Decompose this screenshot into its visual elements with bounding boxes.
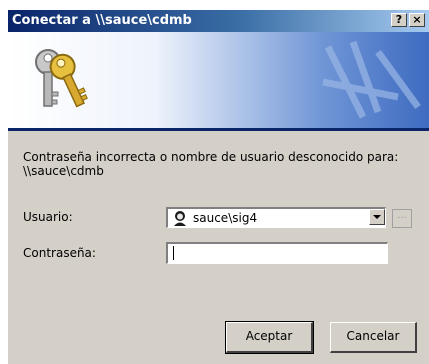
user-combobox[interactable]: sauce\sig4 [166, 207, 386, 228]
browse-button[interactable]: ... [392, 209, 412, 228]
chevron-down-icon [373, 215, 381, 219]
user-label: Usuario: [23, 210, 73, 224]
password-field[interactable] [166, 242, 388, 264]
combo-dropdown-button[interactable] [369, 209, 385, 225]
help-button[interactable]: ? [391, 13, 407, 27]
password-label: Contraseña: [23, 246, 96, 260]
ok-button[interactable]: Aceptar [225, 321, 314, 354]
error-message: Contraseña incorrecta o nombre de usuari… [23, 150, 399, 178]
banner [8, 32, 429, 128]
user-account-icon [174, 211, 186, 226]
text-caret [173, 246, 174, 260]
user-value: sauce\sig4 [193, 211, 258, 225]
keys-icon [35, 49, 88, 108]
cancel-button[interactable]: Cancelar [330, 322, 417, 353]
password-input[interactable] [171, 245, 371, 261]
banner-divider [8, 128, 429, 131]
title-bar[interactable]: Conectar a \\sauce\cdmb ? × [8, 10, 429, 32]
window-title: Conectar a \\sauce\cdmb [12, 13, 192, 28]
banner-watermark-icon [322, 40, 421, 119]
connect-dialog: Conectar a \\sauce\cdmb ? × Contraseña i… [8, 10, 429, 364]
close-button[interactable]: × [409, 13, 425, 27]
